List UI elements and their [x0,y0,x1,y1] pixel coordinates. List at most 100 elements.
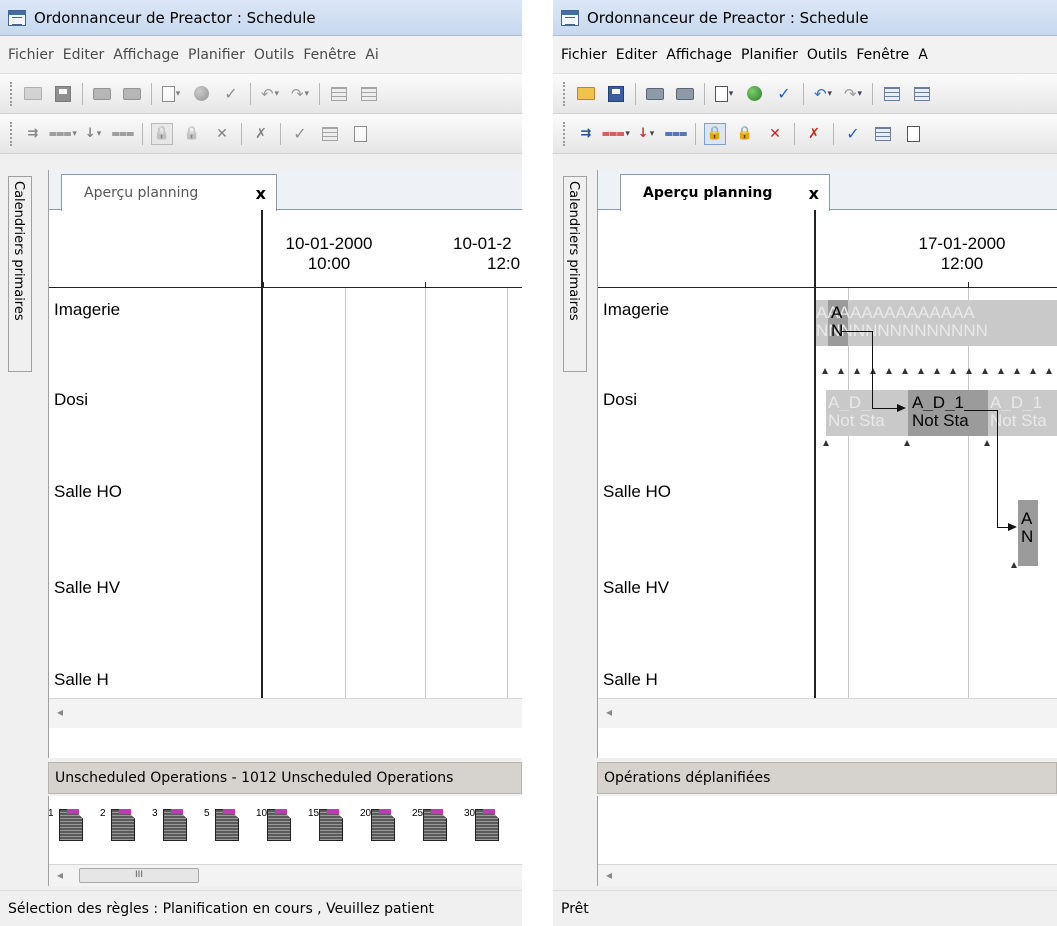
toolbar-grip[interactable] [563,81,567,106]
print-button[interactable] [121,83,143,105]
calculator-button[interactable] [349,123,371,145]
menu-editer[interactable]: Editer [63,47,104,63]
menu-editer[interactable]: Editer [616,47,657,63]
menu-outils[interactable]: Outils [807,47,847,63]
save-button[interactable] [52,83,74,105]
reschedule-button[interactable]: ⩶ [112,123,134,145]
table-view-button[interactable] [911,83,933,105]
checklist-button[interactable] [319,123,341,145]
unscheduled-operation[interactable]: 25 [412,808,447,842]
table-view-button[interactable] [358,83,380,105]
menu-aide[interactable]: A [918,47,928,63]
gantt-chart[interactable]: 17-01-2000 12:00 Imagerie Dosi Salle HO … [598,210,1057,728]
new-page-button[interactable] [713,83,735,105]
print-button[interactable] [674,83,696,105]
sort-button[interactable]: ↓ [82,123,104,145]
open-button[interactable] [22,83,44,105]
undo-button[interactable]: ↶ [259,83,281,105]
resource-row[interactable]: Salle HO [49,470,259,560]
tab-apercu-planning[interactable]: Aperçu planning x [620,174,830,211]
lock-button[interactable]: 🔒 [151,122,173,145]
toolbar-grip[interactable] [10,121,14,146]
unschedule-button[interactable]: ✗ [803,123,825,145]
unscheduled-operation[interactable]: 2 [100,808,135,842]
reschedule-button[interactable]: ⩶ [665,123,687,145]
globe-button[interactable] [190,83,212,105]
delete-icon: ✕ [216,125,228,142]
globe-button[interactable] [743,83,765,105]
menu-affichage[interactable]: Affichage [666,47,732,63]
sequence-button[interactable]: ⩶ [49,123,74,145]
unscheduled-operation[interactable]: 3 [152,808,187,842]
sequence-button[interactable]: ⩶ [602,123,627,145]
unlock-button[interactable]: 🔒 [734,123,756,145]
menu-planifier[interactable]: Planifier [741,47,798,63]
menu-affichage[interactable]: Affichage [113,47,179,63]
menu-fenetre[interactable]: Fenêtre [303,47,356,63]
save-button[interactable] [605,83,627,105]
header-time: 12:00 [940,254,984,273]
resource-row[interactable]: Dosi [598,378,808,468]
unscheduled-operation[interactable]: 30 [464,808,499,842]
close-icon[interactable]: x [809,184,819,203]
check-button[interactable]: ✓ [220,83,242,105]
gantt-chart[interactable]: 10-01-2000 10:00 10-01-2 12:0 Imagerie D… [49,210,522,728]
unscheduled-operation[interactable]: 10 [256,808,291,842]
unscheduled-horizontal-scrollbar[interactable]: ◂ III [49,864,522,886]
gantt-horizontal-scrollbar[interactable]: ◂ [598,698,1057,728]
scroll-left-icon[interactable]: ◂ [606,705,612,719]
new-page-button[interactable] [160,83,182,105]
sidebar-tab-calendriers[interactable]: Calendriers primaires [8,176,32,372]
unlock-button[interactable]: 🔒 [181,123,203,145]
redo-button[interactable]: ↷ [289,83,311,105]
unscheduled-operation[interactable]: 1 [49,808,83,842]
lock-button[interactable]: 🔒 [704,122,726,145]
print-preview-button[interactable] [644,83,666,105]
schedule-button[interactable]: ⇉ [575,123,597,145]
menu-aide[interactable]: Ai [365,47,378,63]
resource-row[interactable]: Dosi [49,378,259,468]
unschedule-button[interactable]: ✗ [250,123,272,145]
grid-view-button[interactable] [881,83,903,105]
scroll-thumb[interactable]: III [79,868,199,883]
gantt-horizontal-scrollbar[interactable]: ◂ [49,698,522,728]
delete-lock-button[interactable]: ✕ [211,123,233,145]
menu-fenetre[interactable]: Fenêtre [856,47,909,63]
close-icon[interactable]: x [256,184,266,203]
validate-button[interactable]: ✓ [842,123,864,145]
toolbar-grip[interactable] [10,81,14,106]
open-button[interactable] [575,83,597,105]
menu-planifier[interactable]: Planifier [188,47,245,63]
print-preview-button[interactable] [91,83,113,105]
delete-lock-button[interactable]: ✕ [764,123,786,145]
resource-row[interactable]: Imagerie [49,288,259,378]
scroll-left-icon[interactable]: ◂ [606,868,612,882]
unscheduled-operation[interactable]: 5 [204,808,239,842]
unscheduled-operation[interactable]: 20 [360,808,395,842]
resource-row[interactable]: Salle HV [49,566,259,656]
menu-fichier[interactable]: Fichier [561,47,607,63]
unscheduled-operations-list[interactable]: 1 2 3 5 10 15 20 25 30 ◂ III [48,796,522,886]
menu-outils[interactable]: Outils [254,47,294,63]
sort-button[interactable]: ↓ [635,123,657,145]
toolbar-grip[interactable] [563,121,567,146]
sidebar-tab-calendriers[interactable]: Calendriers primaires [563,176,587,372]
scroll-left-icon[interactable]: ◂ [57,868,63,882]
schedule-button[interactable]: ⇉ [22,123,44,145]
scroll-left-icon[interactable]: ◂ [57,705,63,719]
grid-view-button[interactable] [328,83,350,105]
menu-fichier[interactable]: Fichier [8,47,54,63]
validate-button[interactable]: ✓ [289,123,311,145]
undo-button[interactable]: ↶ [812,83,834,105]
unscheduled-horizontal-scrollbar[interactable]: ◂ [598,864,1057,886]
redo-button[interactable]: ↷ [842,83,864,105]
check-button[interactable]: ✓ [773,83,795,105]
unscheduled-operations-list[interactable]: ◂ [597,796,1057,886]
checklist-button[interactable] [872,123,894,145]
tab-apercu-planning[interactable]: Aperçu planning x [61,174,277,211]
resource-row[interactable]: Imagerie [598,288,808,378]
unscheduled-operation[interactable]: 15 [308,808,343,842]
resource-row[interactable]: Salle HO [598,470,808,560]
calculator-button[interactable] [902,123,924,145]
resource-row[interactable]: Salle HV [598,566,808,656]
